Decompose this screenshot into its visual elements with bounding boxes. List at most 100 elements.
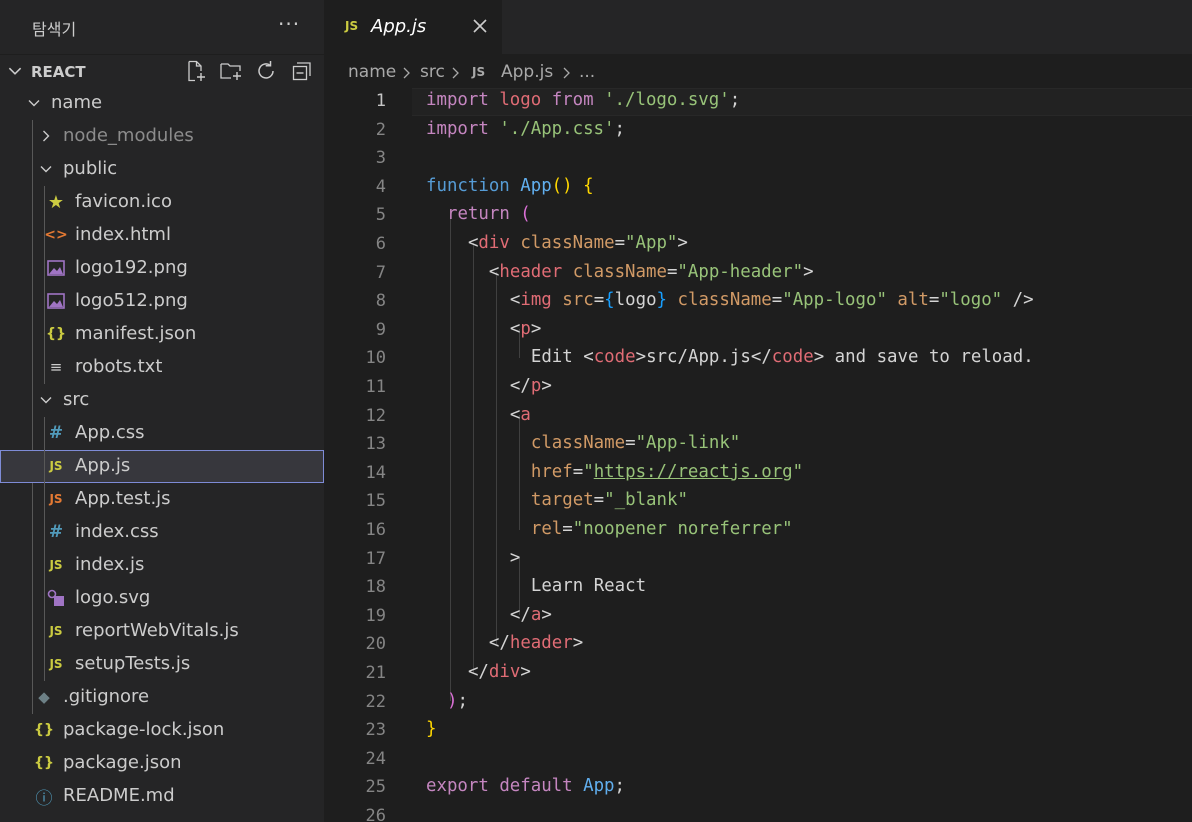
code-line[interactable]: 11 </p> <box>324 374 1192 403</box>
line-number: 1 <box>375 91 386 111</box>
code-line[interactable]: 22 ); <box>324 689 1192 718</box>
tree-folder-src[interactable]: src <box>0 384 324 417</box>
breadcrumb-item[interactable]: src <box>420 62 445 82</box>
code-line[interactable]: 4 function App() { <box>324 174 1192 203</box>
tree-file-report-web-vitals[interactable]: JS reportWebVitals.js <box>0 615 324 648</box>
chevron-down-icon <box>40 397 52 404</box>
tree-file-logo192[interactable]: logo192.png <box>0 252 324 285</box>
chevron-right-icon <box>452 67 459 79</box>
breadcrumb-item[interactable]: App.js <box>501 62 553 82</box>
tree-item-label: src <box>63 389 90 410</box>
tree-item-label: favicon.ico <box>75 191 172 212</box>
code-text: > <box>509 547 521 568</box>
tree-file-package-lock[interactable]: {} package-lock.json <box>0 714 324 747</box>
code-line[interactable]: 16 rel="noopener noreferrer" <box>324 517 1192 546</box>
tree-item-label: reportWebVitals.js <box>75 620 239 641</box>
code-line[interactable]: 9 <p> <box>324 317 1192 346</box>
json-file-icon: {} <box>34 755 54 771</box>
code-line[interactable]: 2 import './App.css'; <box>324 117 1192 146</box>
tree-file-favicon[interactable]: ★ favicon.ico <box>0 186 324 219</box>
tree-item-label: logo512.png <box>75 290 188 311</box>
breadcrumb-item[interactable]: name <box>348 62 396 82</box>
code-line[interactable]: 12 <a <box>324 403 1192 432</box>
tree-folder-node-modules[interactable]: node_modules <box>0 120 324 153</box>
workspace-title: REACT <box>31 63 86 81</box>
code-line[interactable]: 6 <div className="App"> <box>324 231 1192 260</box>
line-number: 4 <box>375 176 386 197</box>
tree-item-label: App.test.js <box>75 488 171 509</box>
tree-file-app-test-js[interactable]: JS App.test.js <box>0 483 324 516</box>
code-line[interactable]: 1 import logo from './logo.svg'; <box>324 88 1192 117</box>
code-text: href="https://reactjs.org" <box>530 461 804 482</box>
tree-file-index-css[interactable]: # index.css <box>0 516 324 549</box>
refresh-icon[interactable] <box>254 59 278 83</box>
code-line[interactable]: 24 <box>324 746 1192 775</box>
tree-item-label: node_modules <box>63 125 194 146</box>
more-actions-icon[interactable]: ··· <box>278 12 300 36</box>
line-number: 15 <box>365 491 386 512</box>
tree-item-label: name <box>51 92 103 113</box>
code-text: <header className="App-header"> <box>488 261 814 282</box>
code-text: <img src={logo} className="App-logo" alt… <box>509 290 1034 311</box>
tab-label: App.js <box>371 16 427 37</box>
new-folder-icon[interactable] <box>219 59 243 83</box>
code-line[interactable]: 5 return ( <box>324 202 1192 231</box>
code-line[interactable]: 7 <header className="App-header"> <box>324 260 1192 289</box>
indent-guide <box>44 417 45 681</box>
chevron-down-icon <box>8 67 22 75</box>
code-line[interactable]: 13 className="App-link" <box>324 431 1192 460</box>
js-file-icon: JS <box>345 19 359 33</box>
code-text: className="App-link" <box>530 433 741 454</box>
code-line[interactable]: 19 </a> <box>324 603 1192 632</box>
collapse-all-icon[interactable] <box>290 59 314 83</box>
tree-file-app-css[interactable]: # App.css <box>0 417 324 450</box>
new-file-icon[interactable] <box>184 59 208 83</box>
tree-file-logo-svg[interactable]: logo.svg <box>0 582 324 615</box>
tree-file-gitignore[interactable]: ◆ .gitignore <box>0 681 324 714</box>
code-line[interactable]: 17 > <box>324 546 1192 575</box>
breadcrumb-item[interactable]: ... <box>579 62 595 82</box>
code-line[interactable]: 8 <img src={logo} className="App-logo" a… <box>324 288 1192 317</box>
tab-app-js[interactable]: JS App.js <box>324 0 502 54</box>
tree-folder-name[interactable]: name <box>0 87 324 120</box>
tree-file-index-js[interactable]: JS index.js <box>0 549 324 582</box>
code-line[interactable]: 10 Edit <code>src/App.js</code> and save… <box>324 345 1192 374</box>
tree-file-setup-tests[interactable]: JS setupTests.js <box>0 648 324 681</box>
line-number: 2 <box>375 119 386 140</box>
code-line[interactable]: 14 href="https://reactjs.org" <box>324 460 1192 489</box>
tree-file-readme[interactable]: ⓘ README.md <box>0 780 324 813</box>
indent-guide <box>44 186 45 384</box>
tree-file-logo512[interactable]: logo512.png <box>0 285 324 318</box>
code-line[interactable]: 26 <box>324 803 1192 822</box>
tree-file-app-js[interactable]: JS App.js <box>0 450 324 483</box>
line-number: 9 <box>375 319 386 340</box>
line-number: 20 <box>365 634 386 655</box>
js-file-icon: JS <box>49 624 63 638</box>
tree-file-package-json[interactable]: {} package.json <box>0 747 324 780</box>
code-line[interactable]: 21 </div> <box>324 660 1192 689</box>
star-icon: ★ <box>47 191 65 213</box>
workspace-section-header[interactable]: REACT <box>0 54 324 87</box>
chevron-right-icon <box>563 67 570 79</box>
code-editor[interactable]: 1 import logo from './logo.svg'; 2 import '… <box>324 88 1192 822</box>
line-number: 5 <box>375 205 386 226</box>
line-number: 11 <box>365 377 386 397</box>
code-text: </div> <box>467 662 531 682</box>
tree-folder-public[interactable]: public <box>0 153 324 186</box>
code-text: Learn React <box>530 576 647 597</box>
tree-file-manifest[interactable]: {} manifest.json <box>0 318 324 351</box>
code-line[interactable]: 23} <box>324 717 1192 746</box>
code-line[interactable]: 15 target="_blank" <box>324 488 1192 517</box>
explorer-sidebar: 탐색기 ··· REACT name node_modules public ★… <box>0 0 324 822</box>
tree-file-index-html[interactable]: <> index.html <box>0 219 324 252</box>
code-line[interactable]: 25 export default App; <box>324 774 1192 803</box>
image-file-icon <box>47 293 65 309</box>
code-text: <a <box>509 404 531 425</box>
code-line[interactable]: 18 Learn React <box>324 574 1192 603</box>
line-number: 7 <box>375 262 386 283</box>
code-line[interactable]: 3 <box>324 145 1192 174</box>
tree-file-robots[interactable]: ≡ robots.txt <box>0 351 324 384</box>
code-line[interactable]: 20 </header> <box>324 631 1192 660</box>
git-file-icon: ◆ <box>38 688 50 706</box>
close-icon[interactable] <box>470 16 490 36</box>
